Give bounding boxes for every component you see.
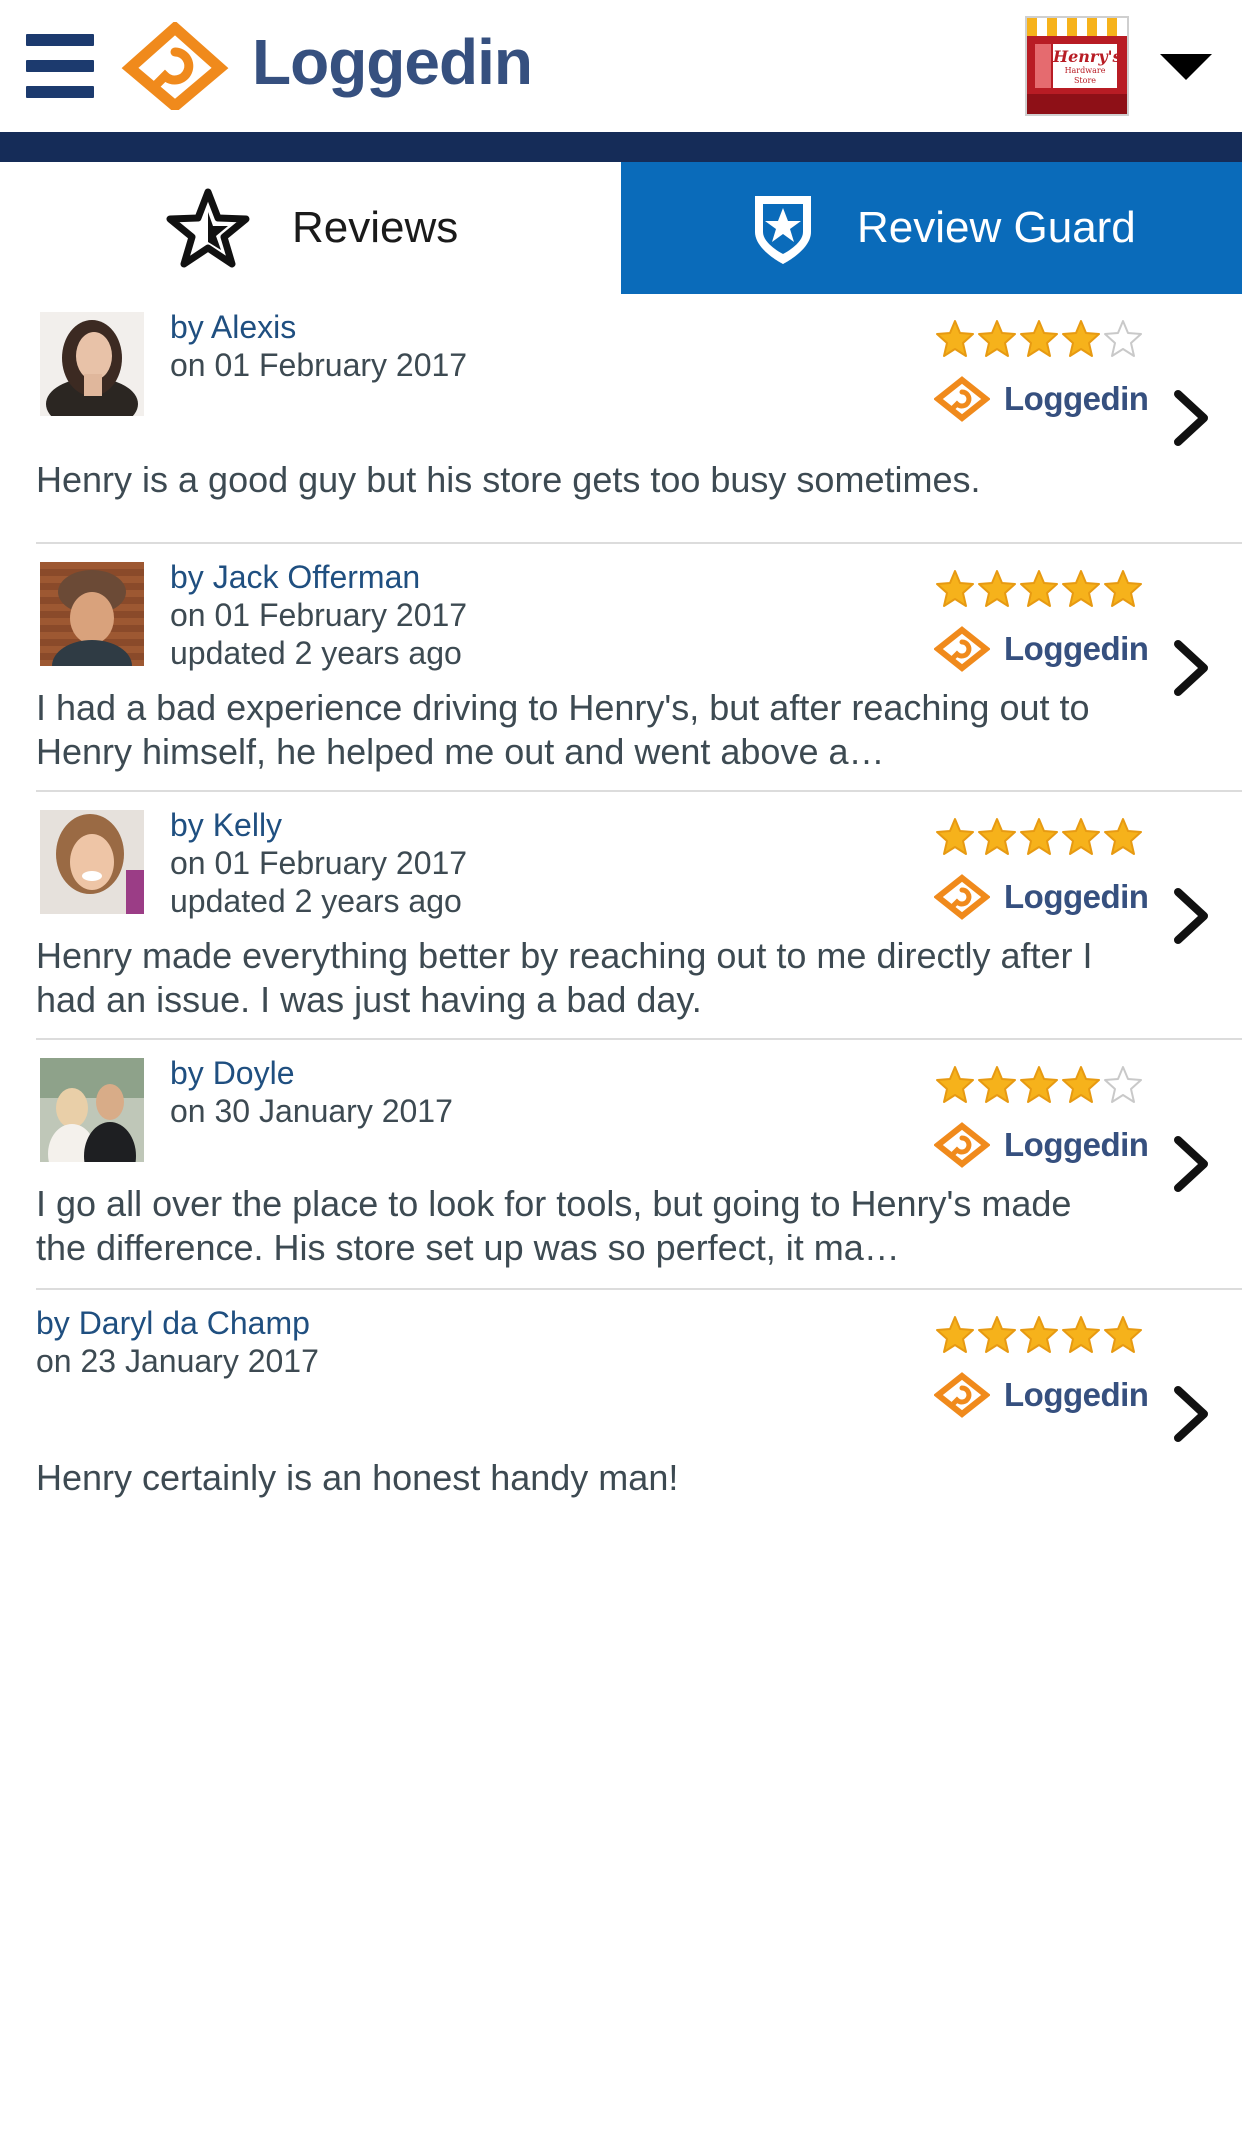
chevron-right-icon[interactable] [1166, 1382, 1214, 1446]
star-filled-icon [1062, 818, 1100, 855]
review-text: Henry made everything better by reaching… [36, 935, 1093, 1020]
tab-review-guard-label: Review Guard [857, 203, 1136, 252]
star-filled-icon [1020, 818, 1058, 855]
chevron-right-icon[interactable] [1166, 1132, 1214, 1196]
source-badge: Loggedin [934, 1370, 1154, 1420]
tab-reviews[interactable]: Reviews [0, 162, 621, 294]
review-date: on 23 January 2017 [36, 1343, 319, 1379]
review-author: by Alexis [170, 309, 297, 345]
loggedin-logo-icon [934, 1122, 990, 1168]
review-item[interactable]: by Alexis on 01 February 2017 Loggedin H… [0, 294, 1242, 544]
review-author: by Daryl da Champ [36, 1305, 310, 1341]
loggedin-logo-icon [934, 1372, 990, 1418]
loggedin-logo-icon [121, 22, 229, 110]
star-outline-icon [166, 188, 250, 268]
avatar [40, 810, 144, 914]
star-empty-icon [1104, 1066, 1142, 1103]
source-badge: Loggedin [934, 374, 1154, 424]
star-filled-icon [978, 1316, 1016, 1353]
chevron-right-icon[interactable] [1166, 884, 1214, 948]
chevron-right-icon[interactable] [1166, 636, 1214, 700]
source-badge: Loggedin [934, 872, 1154, 922]
star-rating [934, 816, 1144, 860]
star-filled-icon [1020, 1316, 1058, 1353]
tab-bar: Reviews Review Guard [0, 162, 1242, 294]
star-filled-icon [1062, 320, 1100, 357]
star-filled-icon [1020, 570, 1058, 607]
shield-star-icon [755, 196, 811, 264]
star-filled-icon [1104, 818, 1142, 855]
star-filled-icon [936, 570, 974, 607]
star-filled-icon [1104, 570, 1142, 607]
review-text: I go all over the place to look for tool… [36, 1183, 1072, 1268]
star-filled-icon [936, 1316, 974, 1353]
brand-name[interactable]: Loggedin [252, 22, 533, 102]
star-filled-icon [978, 320, 1016, 357]
tab-review-guard[interactable]: Review Guard [621, 162, 1242, 294]
review-date: on 01 February 2017 [170, 347, 468, 383]
review-text: Henry certainly is an honest handy man! [36, 1457, 679, 1498]
star-filled-icon [1104, 1316, 1142, 1353]
header-divider [0, 132, 1242, 162]
star-empty-icon [1104, 320, 1142, 357]
review-item[interactable]: by Daryl da Champ on 23 January 2017 Log… [0, 1290, 1242, 1530]
review-item[interactable]: by Jack Offerman on 01 February 2017 upd… [0, 544, 1242, 792]
loggedin-logo-icon [934, 626, 990, 672]
star-rating [934, 1064, 1144, 1108]
star-rating [934, 568, 1144, 612]
star-filled-icon [1020, 1066, 1058, 1103]
loggedin-logo-icon [934, 376, 990, 422]
avatar [40, 312, 144, 416]
source-badge: Loggedin [934, 1120, 1154, 1170]
star-filled-icon [936, 320, 974, 357]
review-item[interactable]: by Kelly on 01 February 2017 updated 2 y… [0, 792, 1242, 1040]
review-author: by Kelly [170, 807, 283, 843]
star-filled-icon [978, 570, 1016, 607]
star-filled-icon [936, 818, 974, 855]
star-filled-icon [936, 1066, 974, 1103]
store-avatar[interactable]: Henry's Hardware Store [1025, 16, 1129, 116]
star-filled-icon [1062, 1316, 1100, 1353]
review-date: on 01 February 2017 [170, 845, 468, 881]
review-date: on 01 February 2017 [170, 597, 468, 633]
review-author: by Jack Offerman [170, 559, 421, 595]
star-filled-icon [978, 818, 1016, 855]
avatar [40, 1058, 144, 1162]
avatar [40, 562, 144, 666]
review-item[interactable]: by Doyle on 30 January 2017 Loggedin I g… [0, 1040, 1242, 1290]
review-author: by Doyle [170, 1055, 295, 1091]
app-header: Loggedin Henry's Hardware Store [0, 0, 1242, 132]
review-updated: updated 2 years ago [170, 635, 462, 671]
star-filled-icon [1062, 570, 1100, 607]
star-rating [934, 318, 1144, 362]
tab-reviews-label: Reviews [292, 203, 459, 252]
chevron-right-icon[interactable] [1166, 386, 1214, 450]
chevron-down-icon[interactable] [1160, 54, 1212, 80]
star-filled-icon [978, 1066, 1016, 1103]
star-filled-icon [1020, 320, 1058, 357]
star-filled-icon [1062, 1066, 1100, 1103]
star-rating [934, 1314, 1144, 1358]
loggedin-logo-icon [934, 874, 990, 920]
source-badge: Loggedin [934, 624, 1154, 674]
menu-icon[interactable] [26, 34, 94, 98]
review-text: I had a bad experience driving to Henry'… [36, 687, 1090, 772]
review-date: on 30 January 2017 [170, 1093, 453, 1129]
store-sign: Henry's Hardware Store [1053, 44, 1122, 88]
review-text: Henry is a good guy but his store gets t… [36, 459, 981, 500]
review-updated: updated 2 years ago [170, 883, 462, 919]
